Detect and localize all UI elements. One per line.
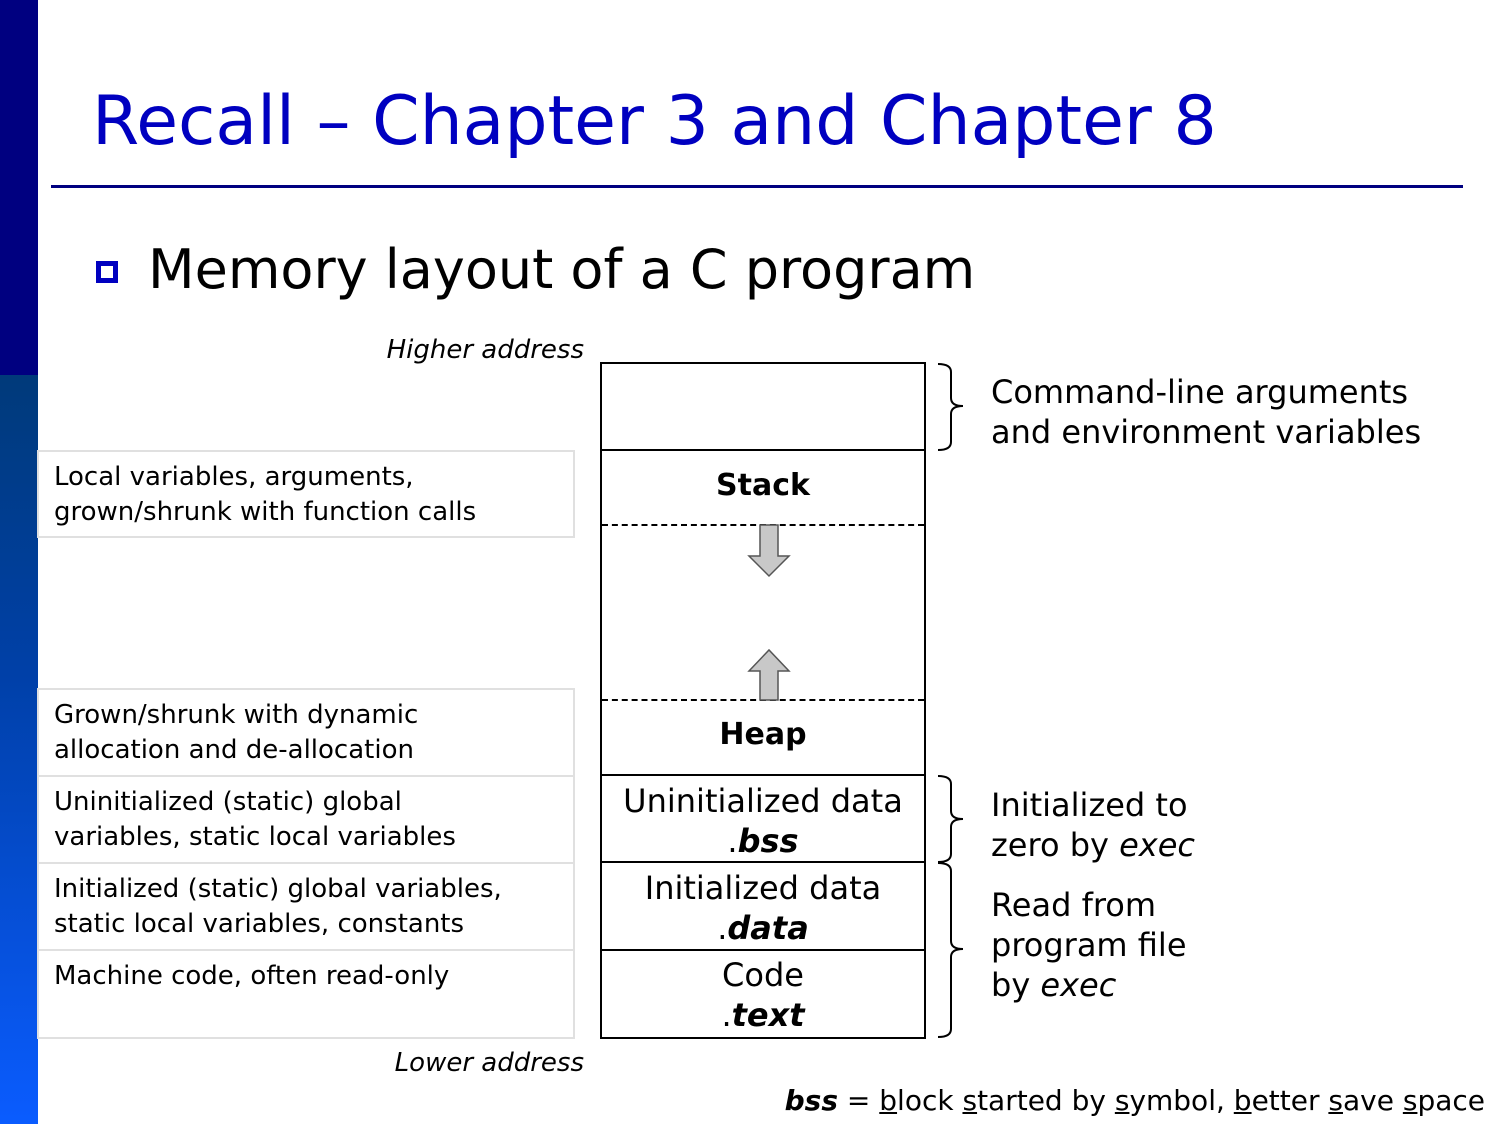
footnote-text: ymbol, <box>1129 1084 1234 1117</box>
note-line: program file <box>991 926 1187 964</box>
bss-brace-icon <box>937 775 964 863</box>
read-from-file-note: Read from program file by exec <box>991 885 1187 1005</box>
footnote-initial: s <box>962 1084 978 1117</box>
exec-term: exec <box>1119 826 1196 864</box>
args-env-brace-icon <box>937 363 964 451</box>
heap-grows-up-arrow-icon <box>747 648 791 701</box>
args-env-note: Command-line arguments and environment v… <box>991 372 1421 452</box>
footnote-term: bss <box>784 1084 838 1117</box>
data-text-brace-icon <box>937 862 964 1038</box>
footnote-initial: b <box>1233 1084 1252 1117</box>
note-line: Read from <box>991 886 1157 924</box>
note-line: Initialized to <box>991 786 1188 824</box>
footnote-initial: b <box>879 1084 898 1117</box>
footnote-text: lock <box>897 1084 963 1117</box>
footnote-text: ave <box>1342 1084 1403 1117</box>
footnote-text: pace <box>1417 1084 1485 1117</box>
footnote-initial: s <box>1328 1084 1343 1117</box>
footnote-text: tarted by <box>977 1084 1115 1117</box>
footnote-text: etter <box>1251 1084 1329 1117</box>
note-line: and environment variables <box>991 413 1422 451</box>
note-line: Command-line arguments <box>991 373 1409 411</box>
note-text: zero by <box>991 826 1120 864</box>
diagram-graphics <box>747 363 964 1038</box>
footnote-initial: s <box>1402 1084 1418 1117</box>
footnote-equals: = <box>838 1084 880 1117</box>
note-text: by <box>991 966 1041 1004</box>
stack-grows-down-arrow-icon <box>747 524 791 578</box>
bss-zero-note: Initialized to zero by exec <box>991 785 1195 865</box>
bss-footnote: bss = block started by symbol, better sa… <box>785 1084 1485 1117</box>
footnote-initial: s <box>1114 1084 1130 1117</box>
exec-term: exec <box>1040 966 1117 1004</box>
